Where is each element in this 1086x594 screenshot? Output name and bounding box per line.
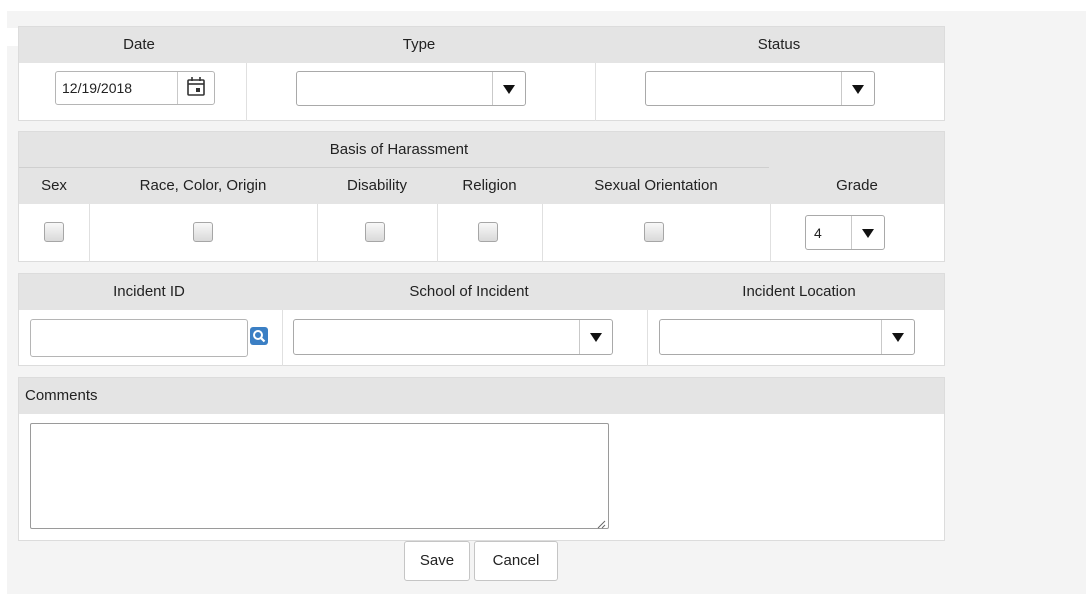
sex-label: Sex <box>41 177 67 194</box>
status-select[interactable] <box>645 71 875 106</box>
column-divider <box>89 204 90 262</box>
chevron-down-icon[interactable] <box>841 72 874 105</box>
date-label: Date <box>123 36 155 53</box>
incident-id-input[interactable] <box>30 319 248 357</box>
disability-label: Disability <box>346 177 407 194</box>
type-select[interactable] <box>296 71 526 106</box>
column-divider <box>282 310 283 366</box>
save-button[interactable]: Save <box>404 541 470 581</box>
date-field[interactable]: 12/19/2018 <box>55 71 215 105</box>
column-divider <box>542 204 543 262</box>
date-type-status-panel: Date Type Status 12/19/2018 <box>18 26 945 121</box>
school-of-incident-select[interactable] <box>293 319 613 355</box>
comments-panel: Comments <box>18 377 945 541</box>
sexual-orientation-checkbox[interactable] <box>644 222 664 242</box>
cancel-button[interactable]: Cancel <box>474 541 558 581</box>
column-divider <box>647 310 648 366</box>
status-label: Status <box>757 36 801 53</box>
resize-handle-icon[interactable] <box>596 516 606 529</box>
race-color-origin-checkbox[interactable] <box>193 222 213 242</box>
incident-id-label: Incident ID <box>113 283 185 300</box>
comments-label: Comments <box>25 387 98 404</box>
incident-location-select[interactable] <box>659 319 915 355</box>
sex-checkbox[interactable] <box>44 222 64 242</box>
school-of-incident-label: School of Incident <box>409 283 529 300</box>
panel-header <box>19 378 944 414</box>
column-divider <box>246 63 247 121</box>
column-divider <box>770 204 771 262</box>
column-divider <box>595 63 596 121</box>
race-color-origin-label: Race, Color, Origin <box>139 177 267 194</box>
grade-label: Grade <box>836 177 878 194</box>
basis-of-harassment-label: Basis of Harassment <box>329 141 469 158</box>
search-icon[interactable] <box>250 327 268 345</box>
sexual-orientation-label: Sexual Orientation <box>594 177 718 194</box>
chevron-down-icon[interactable] <box>492 72 525 105</box>
type-label: Type <box>402 36 436 53</box>
incident-panel: Incident ID School of Incident Incident … <box>18 273 945 366</box>
grade-select[interactable]: 4 <box>805 215 885 250</box>
comments-textarea[interactable] <box>30 423 609 529</box>
religion-checkbox[interactable] <box>478 222 498 242</box>
grade-value: 4 <box>814 225 822 241</box>
chevron-down-icon[interactable] <box>881 320 914 354</box>
chevron-down-icon[interactable] <box>579 320 612 354</box>
incident-location-label: Incident Location <box>742 283 856 300</box>
column-divider <box>317 204 318 262</box>
calendar-icon[interactable] <box>177 72 214 104</box>
group-underline <box>19 167 769 168</box>
chevron-down-icon[interactable] <box>851 216 884 249</box>
harassment-panel: Basis of Harassment Sex Race, Color, Ori… <box>18 131 945 262</box>
disability-checkbox[interactable] <box>365 222 385 242</box>
date-value: 12/19/2018 <box>62 80 133 96</box>
column-divider <box>437 204 438 262</box>
religion-label: Religion <box>462 177 517 194</box>
